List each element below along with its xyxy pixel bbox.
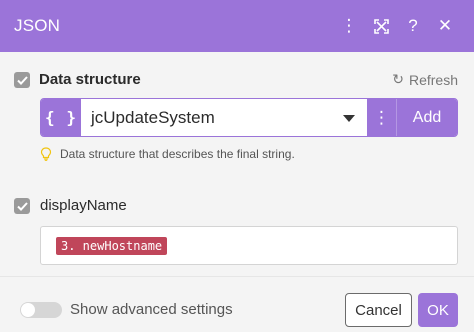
- dialog-header: JSON ⋮ ? ✕: [0, 0, 474, 52]
- data-structure-checkbox[interactable]: [14, 72, 30, 88]
- display-name-checkbox[interactable]: [14, 198, 30, 214]
- dialog-body: Data structure ↻ Refresh { } jcUpdateSys…: [0, 52, 474, 276]
- braces-icon: { }: [41, 99, 81, 136]
- ok-button[interactable]: OK: [418, 293, 458, 327]
- add-data-structure-button[interactable]: Add: [397, 99, 457, 136]
- dialog-title: JSON: [14, 16, 61, 35]
- cancel-button[interactable]: Cancel: [345, 293, 412, 327]
- toggle-knob: [21, 303, 35, 317]
- data-structure-label: Data structure: [39, 71, 141, 88]
- expand-icon[interactable]: [366, 11, 396, 41]
- display-name-label: displayName: [40, 197, 127, 214]
- data-structure-hint: Data structure that describes the final …: [40, 147, 295, 161]
- refresh-icon: ↻: [392, 71, 404, 87]
- hint-text: Data structure that describes the final …: [60, 147, 295, 161]
- data-structure-selector: { } jcUpdateSystem ⋮ Add: [40, 98, 458, 137]
- chevron-down-icon: [343, 114, 355, 122]
- more-options-icon[interactable]: ⋮: [334, 11, 364, 41]
- display-name-field[interactable]: 3. newHostname: [40, 226, 458, 265]
- advanced-settings-label: Show advanced settings: [70, 301, 233, 318]
- lightbulb-icon: [40, 147, 52, 161]
- mapped-value-pill[interactable]: 3. newHostname: [56, 236, 168, 255]
- check-icon: [16, 75, 28, 85]
- data-structure-selected-value: jcUpdateSystem: [91, 107, 215, 127]
- advanced-settings-toggle[interactable]: [20, 302, 62, 318]
- check-icon: [16, 201, 28, 211]
- refresh-label: Refresh: [408, 71, 458, 88]
- data-structure-select[interactable]: jcUpdateSystem: [81, 99, 367, 136]
- close-icon[interactable]: ✕: [430, 11, 460, 41]
- refresh-button[interactable]: ↻ Refresh: [392, 71, 458, 88]
- data-structure-more-icon[interactable]: ⋮: [367, 99, 397, 136]
- help-icon[interactable]: ?: [398, 11, 428, 41]
- dialog-footer: Show advanced settings Cancel OK: [0, 276, 474, 332]
